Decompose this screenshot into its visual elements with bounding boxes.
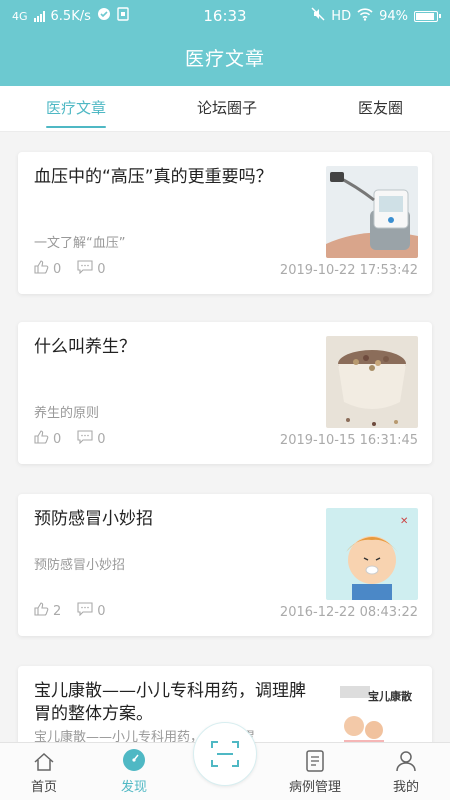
like-icon[interactable] (34, 602, 49, 620)
baoerkang-product-image: 宝儿康散 (326, 680, 418, 742)
comment-count: 0 (97, 431, 106, 447)
status-bar: 4G 6.5K/s 16:33 HD 94% (0, 0, 450, 32)
like-count: 2 (53, 603, 62, 619)
like-icon[interactable] (34, 430, 49, 448)
nav-mine-label: 我的 (392, 780, 419, 795)
article-card[interactable]: 血压中的“高压”真的更重要吗？ 一文了解“血压” 0 0 2019-10-22 … (18, 152, 432, 294)
blood-pressure-monitor-image (326, 166, 418, 258)
article-date: 2019-10-15 16:31:45 (279, 433, 418, 448)
article-card[interactable]: 预防感冒小妙招 预防感冒小妙招 ✕ 2 0 2016-12-22 08:43:2… (18, 494, 432, 636)
scan-icon (211, 741, 239, 767)
hd-label: HD (331, 8, 352, 24)
article-title: 什么叫养生？ (34, 337, 136, 357)
nav-home[interactable]: 首页 (22, 743, 66, 800)
discover-icon (123, 749, 145, 771)
tab-forum-circle[interactable]: 论坛圈子 (197, 86, 257, 132)
battery-icon (414, 10, 441, 22)
notification-icon (97, 7, 111, 25)
article-title: 宝儿康散——小儿专科用药，调理脾胃的整体方案。 (34, 681, 306, 724)
article-summary: 养生的原则 (34, 406, 100, 421)
like-icon[interactable] (34, 260, 49, 278)
article-summary: 一文了解“血压” (34, 236, 126, 251)
nav-mine[interactable]: 我的 (386, 743, 426, 800)
sneezing-child-cartoon-image: ✕ (326, 508, 418, 600)
tab-bar: 医疗文章 论坛圈子 医友圈 (0, 86, 450, 132)
network-speed: 6.5K/s (50, 8, 91, 24)
article-date: 2016-12-22 08:43:22 (279, 605, 418, 620)
clock: 16:33 (203, 7, 247, 25)
article-title: 预防感冒小妙招 (34, 509, 153, 529)
nav-discover-label: 发现 (120, 780, 147, 795)
like-count: 0 (53, 431, 62, 447)
scan-button[interactable] (193, 722, 257, 786)
network-type: 4G (12, 9, 28, 23)
article-stats: 0 0 (34, 430, 118, 448)
sim-icon (117, 7, 129, 25)
document-icon (306, 750, 324, 772)
nav-discover[interactable]: 发现 (112, 743, 156, 800)
article-card[interactable]: 什么叫养生？ 养生的原则 0 0 2019-10-15 16:31:45 (18, 322, 432, 464)
svg-text:✕: ✕ (400, 516, 408, 527)
comment-icon[interactable] (77, 260, 93, 278)
grain-bowl-image (326, 336, 418, 428)
like-count: 0 (53, 261, 62, 277)
tab-medical-articles[interactable]: 医疗文章 (46, 86, 107, 132)
comment-count: 0 (97, 603, 106, 619)
user-icon (396, 751, 416, 772)
nav-home-label: 首页 (30, 780, 57, 795)
comment-icon[interactable] (77, 430, 93, 448)
signal-icon (33, 10, 45, 22)
product-name-text: 宝儿康散 (368, 690, 412, 703)
nav-case-label: 病例管理 (288, 780, 341, 795)
article-feed[interactable]: 血压中的“高压”真的更重要吗？ 一文了解“血压” 0 0 2019-10-22 … (0, 132, 450, 742)
wifi-icon (357, 7, 373, 25)
page-title: 医疗文章 (0, 32, 450, 86)
tab-doctor-friends[interactable]: 医友圈 (358, 86, 403, 132)
mute-icon (311, 7, 325, 25)
home-icon (34, 752, 54, 771)
nav-case-management[interactable]: 病例管理 (278, 743, 352, 800)
battery-percent: 94% (379, 8, 408, 24)
article-date: 2019-10-22 17:53:42 (279, 263, 418, 278)
article-stats: 0 0 (34, 260, 118, 278)
article-summary: 宝儿康散——小儿专科用药，调理脾胃 (34, 730, 256, 742)
article-summary: 预防感冒小妙招 (34, 558, 126, 573)
article-stats: 2 0 (34, 602, 118, 620)
article-title: 血压中的“高压”真的更重要吗？ (34, 167, 273, 187)
comment-icon[interactable] (77, 602, 93, 620)
comment-count: 0 (97, 261, 106, 277)
